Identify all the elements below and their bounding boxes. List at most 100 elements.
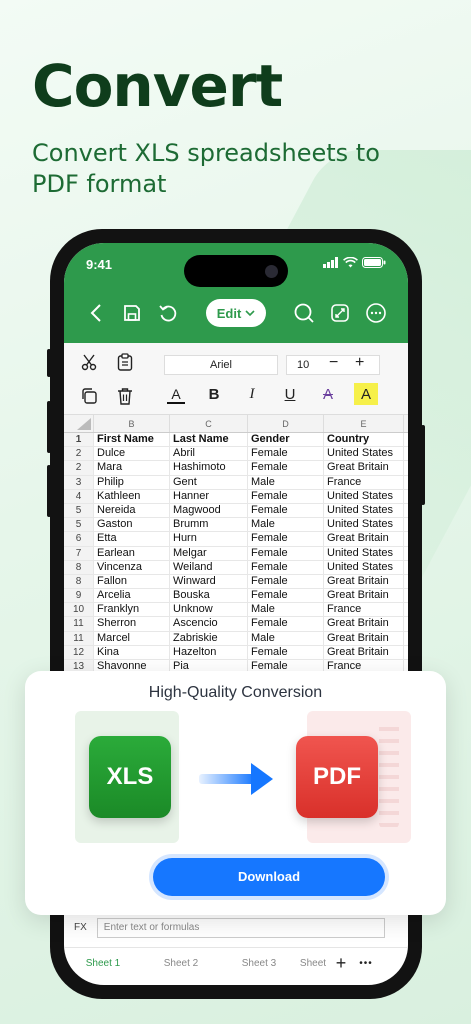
table-cell[interactable]: Dulce [94, 447, 170, 461]
fullscreen-button[interactable] [322, 296, 358, 330]
table-cell[interactable]: Great Britain [324, 631, 404, 645]
table-cell[interactable]: Female [248, 574, 324, 589]
column-header-d[interactable]: D [248, 415, 324, 432]
add-sheet-button[interactable]: + [328, 953, 354, 974]
table-cell[interactable]: Male [248, 603, 324, 617]
table-cell[interactable]: Zabriskie [170, 631, 248, 645]
table-cell[interactable]: Etta [94, 532, 170, 546]
table-cell[interactable]: Kathleen [94, 489, 170, 503]
font-size-field[interactable]: 10 − + [286, 354, 380, 375]
bold-button[interactable]: B [202, 383, 226, 405]
table-cell[interactable]: Vincenza [94, 560, 170, 574]
font-family-select[interactable]: Ariel [164, 355, 278, 375]
table-cell[interactable]: Great Britain [324, 617, 404, 631]
sheet-more-button[interactable]: ••• [354, 958, 378, 969]
table-cell[interactable]: United States [324, 489, 404, 503]
table-cell[interactable]: Great Britain [324, 589, 404, 603]
row-number[interactable]: 11 [64, 631, 94, 645]
table-cell[interactable]: Male [248, 631, 324, 645]
table-cell[interactable]: United States [324, 546, 404, 560]
table-cell[interactable]: Fallon [94, 574, 170, 589]
undo-button[interactable] [150, 296, 186, 330]
table-cell[interactable]: Ascencio [170, 617, 248, 631]
table-cell[interactable]: Gaston [94, 518, 170, 532]
table-cell[interactable]: Arcelia [94, 589, 170, 603]
delete-button[interactable] [114, 385, 136, 407]
row-number[interactable]: 2 [64, 447, 94, 461]
row-number[interactable]: 6 [64, 532, 94, 546]
table-cell[interactable]: Brumm [170, 518, 248, 532]
formula-input[interactable]: Enter text or formulas [96, 917, 385, 938]
table-cell[interactable]: Sherron [94, 617, 170, 631]
row-number[interactable]: 7 [64, 546, 94, 560]
table-cell[interactable]: Female [248, 645, 324, 659]
table-cell[interactable]: Nereida [94, 503, 170, 518]
table-cell[interactable]: Marcel [94, 631, 170, 645]
table-cell[interactable]: Hurn [170, 532, 248, 546]
search-button[interactable] [286, 296, 322, 330]
table-cell[interactable]: Franklyn [94, 603, 170, 617]
column-header-c[interactable]: C [170, 415, 248, 432]
table-cell[interactable]: Magwood [170, 503, 248, 518]
row-number[interactable]: 8 [64, 560, 94, 574]
sheet-tab-3[interactable]: Sheet 3 [220, 958, 298, 969]
table-cell[interactable]: Earlean [94, 546, 170, 560]
row-number[interactable]: 9 [64, 589, 94, 603]
table-cell[interactable]: Female [248, 503, 324, 518]
table-cell[interactable]: Kina [94, 645, 170, 659]
table-cell[interactable]: Male [248, 518, 324, 532]
edit-mode-dropdown[interactable]: Edit [206, 299, 266, 327]
table-cell[interactable]: Melgar [170, 546, 248, 560]
sheet-tab-1[interactable]: Sheet 1 [64, 958, 142, 969]
table-cell[interactable]: France [324, 603, 404, 617]
table-cell[interactable]: Great Britain [324, 461, 404, 475]
table-cell[interactable]: Hanner [170, 489, 248, 503]
row-number[interactable]: 5 [64, 503, 94, 518]
row-number[interactable]: 1 [64, 433, 94, 447]
table-cell[interactable]: Female [248, 546, 324, 560]
table-cell[interactable]: Mara [94, 461, 170, 475]
sheet-tab-2[interactable]: Sheet 2 [142, 958, 220, 969]
table-cell[interactable]: Abril [170, 447, 248, 461]
column-header-e[interactable]: E [324, 415, 404, 432]
table-cell[interactable]: Female [248, 589, 324, 603]
table-cell[interactable]: Female [248, 617, 324, 631]
row-number[interactable]: 11 [64, 617, 94, 631]
table-cell[interactable]: Bouska [170, 589, 248, 603]
save-button[interactable] [114, 296, 150, 330]
table-cell[interactable]: Female [248, 461, 324, 475]
table-cell[interactable]: Gent [170, 475, 248, 489]
table-cell[interactable]: Great Britain [324, 574, 404, 589]
table-cell[interactable]: Female [248, 532, 324, 546]
table-cell[interactable]: Great Britain [324, 645, 404, 659]
table-cell[interactable]: Country [324, 433, 404, 447]
copy-button[interactable] [78, 385, 100, 407]
row-number[interactable]: 12 [64, 645, 94, 659]
table-cell[interactable]: First Name [94, 433, 170, 447]
table-cell[interactable]: Female [248, 447, 324, 461]
table-cell[interactable]: United States [324, 503, 404, 518]
spreadsheet-grid[interactable]: B C D E 1 First Name Last Name Gender Co… [64, 415, 408, 675]
table-cell[interactable]: Female [248, 560, 324, 574]
table-cell[interactable]: Philip [94, 475, 170, 489]
row-number[interactable]: 2 [64, 461, 94, 475]
highlight-button[interactable]: A [354, 383, 378, 405]
paste-button[interactable] [114, 351, 136, 373]
underline-button[interactable]: U [278, 383, 302, 405]
font-size-increase-button[interactable]: + [355, 354, 364, 372]
sheet-tab-4[interactable]: Sheet [298, 958, 328, 969]
table-cell[interactable]: United States [324, 518, 404, 532]
table-cell[interactable]: Hazelton [170, 645, 248, 659]
row-number[interactable]: 4 [64, 489, 94, 503]
download-button[interactable]: Download [153, 858, 385, 896]
table-cell[interactable]: Male [248, 475, 324, 489]
cut-button[interactable] [78, 351, 100, 373]
table-cell[interactable]: United States [324, 560, 404, 574]
table-cell[interactable]: Great Britain [324, 532, 404, 546]
row-number[interactable]: 3 [64, 475, 94, 489]
row-number[interactable]: 8 [64, 574, 94, 589]
column-header-b[interactable]: B [94, 415, 170, 432]
select-all-corner[interactable] [64, 415, 94, 432]
strikethrough-button[interactable]: A [316, 383, 340, 405]
back-button[interactable] [78, 296, 114, 330]
